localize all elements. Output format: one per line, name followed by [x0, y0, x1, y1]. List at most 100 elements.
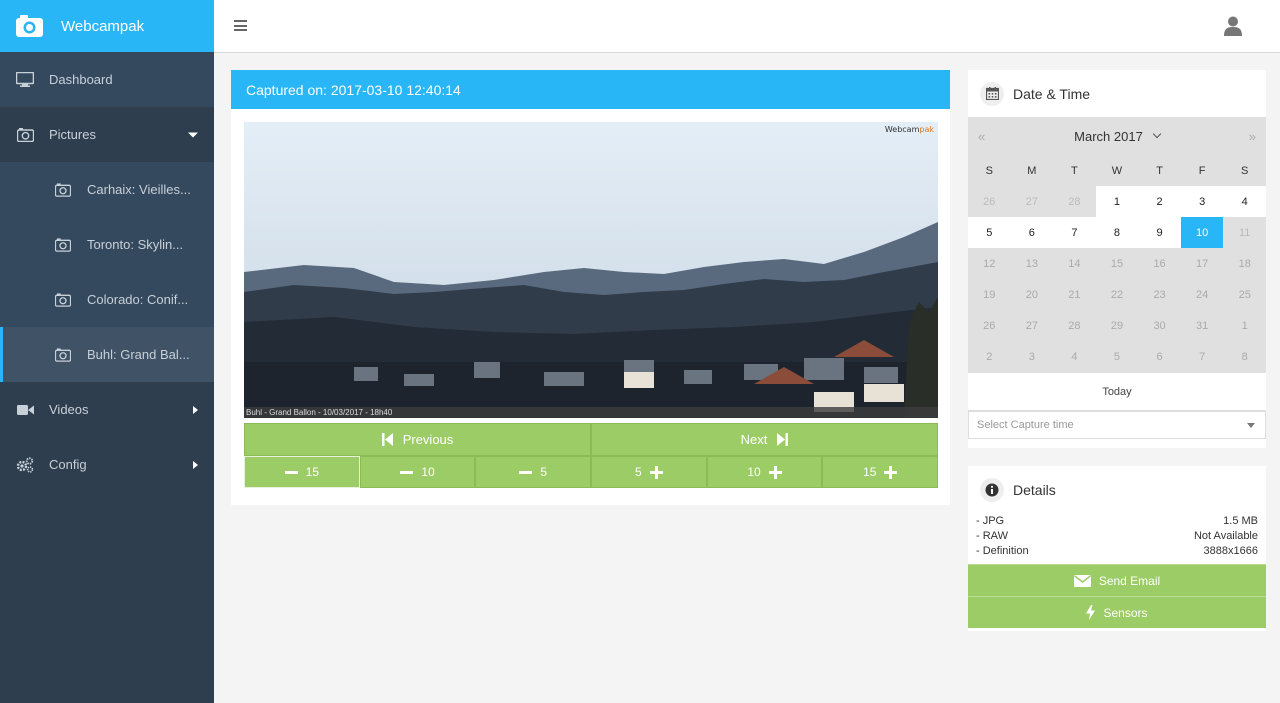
calendar-day: 17 — [1196, 257, 1209, 270]
capture-time-select[interactable]: Select Capture time — [968, 411, 1266, 439]
calendar-day[interactable]: 8 — [1095, 217, 1139, 248]
calendar-week: 26 27 28 29 30 31 1 — [968, 310, 1266, 341]
send-email-button[interactable]: Send Email — [968, 564, 1266, 596]
sidebar-subitem-carhaix[interactable]: Carhaix: Vieilles... — [0, 162, 214, 217]
calendar-day: 26 — [983, 195, 996, 208]
capture-header: Captured on: 2017-03-10 12:40:14 — [231, 70, 950, 109]
plus-15-button[interactable]: 15 — [822, 456, 939, 488]
previous-label: Previous — [402, 432, 454, 447]
sidebar-item-label: Pictures — [49, 127, 96, 142]
calendar-day: 15 — [1110, 257, 1124, 270]
calendar-week: 12 13 14 15 16 17 18 — [968, 248, 1266, 279]
webcam-picture[interactable]: Webcampak Buhl - Grand Ballon - 10/03/20… — [244, 122, 938, 418]
calendar-day: 28 — [1068, 319, 1081, 332]
calendar-day[interactable]: 6 — [1010, 217, 1054, 248]
details-row-raw: - RAW Not Available — [976, 529, 1258, 542]
calendar-month-title[interactable]: March 2017 — [1074, 129, 1143, 144]
video-icon — [16, 402, 34, 418]
details-header: Details — [968, 466, 1266, 513]
menu-toggle-icon[interactable] — [234, 20, 247, 34]
minus-icon — [400, 470, 414, 474]
sidebar-item-dashboard[interactable]: Dashboard — [0, 52, 214, 107]
calendar-week: 26 27 28 1 2 3 4 — [968, 186, 1266, 217]
sidebar-item-config[interactable]: Config — [0, 437, 214, 492]
calendar-day: 24 — [1196, 288, 1209, 301]
camera-icon — [16, 127, 34, 143]
sidebar-item-label: Videos — [49, 402, 89, 417]
plus-5-button[interactable]: 5 — [591, 456, 707, 488]
topbar — [214, 0, 1280, 53]
previous-button[interactable]: Previous — [244, 423, 591, 456]
calendar-day: 12 — [983, 257, 996, 270]
bolt-icon — [1086, 605, 1096, 620]
calendar-day[interactable]: 4 — [1223, 186, 1266, 217]
calendar-day: 31 — [1196, 319, 1209, 332]
weekday-label: T — [1156, 164, 1163, 177]
sensors-button[interactable]: Sensors — [968, 596, 1266, 628]
user-icon[interactable] — [1224, 16, 1242, 36]
calendar-day[interactable]: 2 — [1138, 186, 1181, 217]
details-title: Details — [1013, 481, 1056, 498]
calendar-day[interactable]: 7 — [1053, 217, 1096, 248]
calendar-day[interactable]: 9 — [1138, 217, 1181, 248]
camera-icon — [55, 237, 71, 252]
picture-timestamp: Buhl - Grand Ballon - 10/03/2017 - 18h40 — [244, 407, 938, 418]
today-button[interactable]: Today — [968, 373, 1266, 411]
calendar-day[interactable]: 1 — [1095, 186, 1139, 217]
camera-icon — [55, 347, 71, 362]
calendar-day: 19 — [983, 288, 996, 301]
calendar-next-button[interactable]: » — [1249, 129, 1256, 144]
calendar-day: 3 — [1028, 350, 1035, 363]
monitor-icon — [16, 72, 34, 88]
calendar-prev-button[interactable]: « — [978, 129, 985, 144]
minus-5-button[interactable]: 5 — [475, 456, 592, 488]
datetime-card: Date & Time « March 2017 » S M T W T F S… — [968, 70, 1266, 448]
datetime-title: Date & Time — [1013, 85, 1091, 102]
info-icon — [980, 477, 1004, 502]
calendar-day: 25 — [1238, 288, 1251, 301]
next-button[interactable]: Next — [591, 423, 938, 456]
picture-navigation: Previous Next 15 10 5 5 10 15 — [244, 423, 939, 488]
calendar-day[interactable]: 3 — [1180, 186, 1224, 217]
sidebar: Webcampak Dashboard Pictures Carhaix: Vi… — [0, 0, 214, 703]
sidebar-subitem-toronto[interactable]: Toronto: Skylin... — [0, 217, 214, 272]
calendar-day: 28 — [1068, 195, 1081, 208]
sidebar-item-pictures[interactable]: Pictures — [0, 107, 214, 162]
minus-icon — [519, 470, 533, 474]
sidebar-item-videos[interactable]: Videos — [0, 382, 214, 437]
datetime-header: Date & Time — [968, 70, 1266, 117]
calendar-day: 27 — [1025, 195, 1038, 208]
plus-10-button[interactable]: 10 — [706, 456, 823, 488]
camera-logo-icon — [16, 15, 43, 37]
details-row-definition: - Definition 3888x1666 — [976, 544, 1258, 557]
camera-icon — [55, 292, 71, 307]
sidebar-item-label: Config — [49, 457, 87, 472]
sidebar-subitem-colorado[interactable]: Colorado: Conif... — [0, 272, 214, 327]
calendar-day: 18 — [1238, 257, 1251, 270]
capture-datetime: Captured on: 2017-03-10 12:40:14 — [246, 81, 461, 98]
calendar-day-selected[interactable]: 10 — [1180, 217, 1224, 248]
sidebar-item-label: Dashboard — [49, 72, 113, 87]
caret-down-icon — [188, 132, 198, 137]
minus-15-button[interactable]: 15 — [244, 456, 360, 488]
caret-right-icon — [193, 405, 198, 414]
brand[interactable]: Webcampak — [0, 0, 214, 52]
sidebar-subitem-buhl[interactable]: Buhl: Grand Bal... — [0, 327, 214, 382]
calendar-day: 2 — [986, 350, 993, 363]
chevron-down-icon[interactable] — [1152, 129, 1162, 139]
calendar-day: 8 — [1241, 350, 1248, 363]
minus-10-button[interactable]: 10 — [359, 456, 476, 488]
calendar-day: 1 — [1241, 319, 1248, 332]
calendar-day: 29 — [1110, 319, 1124, 332]
calendar-week: 5 6 7 8 9 10 11 — [968, 217, 1266, 248]
calendar-day: 16 — [1153, 257, 1166, 270]
weekday-label: M — [1027, 164, 1037, 177]
calendar-day: 22 — [1110, 288, 1124, 301]
app-title: Webcampak — [61, 17, 145, 35]
calendar-day: 4 — [1071, 350, 1078, 363]
calendar-day[interactable]: 5 — [968, 217, 1011, 248]
calendar-day: 26 — [983, 319, 996, 332]
weekday-label: S — [985, 164, 993, 177]
webcampak-watermark: Webcampak — [884, 125, 934, 134]
plus-icon — [768, 465, 782, 479]
